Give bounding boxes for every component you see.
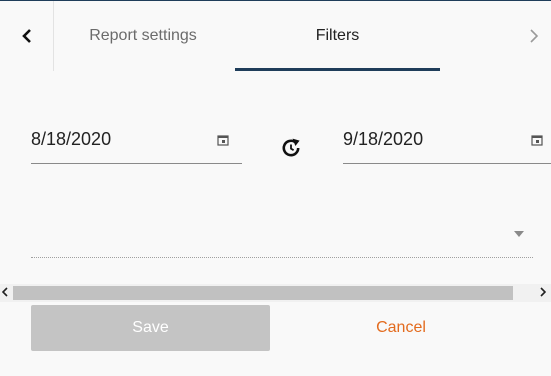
caret-down-icon [514,231,524,237]
calendar-icon[interactable] [531,134,543,146]
calendar-icon[interactable] [217,134,229,146]
cancel-button[interactable]: Cancel [300,305,502,351]
horizontal-scrollbar[interactable] [0,284,551,302]
tab-report-settings-label: Report settings [89,27,197,44]
tab-report-settings[interactable]: Report settings [54,1,232,71]
tab-filters-label: Filters [315,27,360,44]
tab-filters[interactable]: Filters [235,1,440,71]
date-to-field[interactable]: 9/18/2020 [343,126,551,164]
tab-prev-button[interactable] [0,1,54,71]
date-from-value: 8/18/2020 [31,129,112,149]
filter-dropdown[interactable] [31,212,533,258]
chevron-right-icon [529,29,538,43]
scroll-left-icon[interactable] [2,287,8,297]
scrollbar-thumb[interactable] [13,286,513,300]
date-to-value: 9/18/2020 [343,129,424,149]
tab-next-button[interactable] [516,1,551,71]
refresh-icon[interactable] [279,136,303,160]
date-from-field[interactable]: 8/18/2020 [31,126,242,164]
tab-bar: Report settings Filters [0,1,551,71]
active-tab-indicator [235,68,440,71]
scroll-right-icon[interactable] [540,287,546,297]
chevron-left-icon [21,29,31,43]
save-button[interactable]: Save [31,305,270,351]
